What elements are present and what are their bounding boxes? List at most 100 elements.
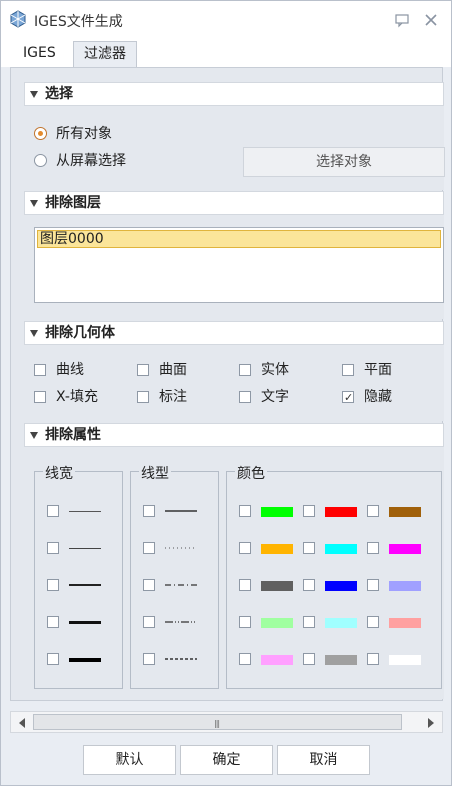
checkbox[interactable]	[342, 364, 354, 376]
color-swatch	[325, 655, 357, 665]
checkbox[interactable]	[239, 364, 251, 376]
checkbox[interactable]	[342, 389, 354, 407]
checkbox-label: X-填充	[56, 389, 98, 405]
radio-label: 从屏幕选择	[56, 153, 126, 169]
select-objects-button[interactable]: 选择对象	[243, 147, 445, 177]
close-icon[interactable]	[421, 10, 441, 30]
checkbox-color[interactable]	[239, 505, 251, 517]
group-title: 线宽	[43, 463, 75, 483]
color-swatch	[261, 581, 293, 591]
layer-list[interactable]: 图层0000	[34, 227, 444, 303]
scroll-left-icon[interactable]	[19, 718, 25, 728]
line-width-sample	[69, 548, 101, 549]
checkbox-line-type-2[interactable]	[143, 542, 155, 554]
color-swatch	[325, 581, 357, 591]
checkbox-line-width-5[interactable]	[47, 653, 59, 665]
checkbox-color[interactable]	[239, 579, 251, 591]
tab-bar: IGES 过滤器	[1, 39, 451, 69]
radio-label: 所有对象	[56, 126, 112, 142]
color-swatch	[389, 581, 421, 591]
checkbox-color[interactable]	[367, 505, 379, 517]
checkbox-line-width-4[interactable]	[47, 616, 59, 628]
checkbox-line-width-1[interactable]	[47, 505, 59, 517]
checkbox[interactable]	[34, 364, 46, 376]
help-icon[interactable]	[392, 10, 412, 30]
color-swatch	[389, 544, 421, 554]
checkbox-color[interactable]	[367, 542, 379, 554]
checkbox-color[interactable]	[303, 542, 315, 554]
section-header-exclude-geometry[interactable]: 排除几何体	[24, 321, 444, 345]
collapse-triangle-icon[interactable]	[30, 330, 38, 337]
horizontal-scrollbar[interactable]: |||	[10, 711, 443, 733]
group-color: 颜色	[226, 463, 442, 689]
checkbox-label: 标注	[159, 389, 187, 405]
section-exclude-attributes: 线宽 线型 颜色	[24, 447, 444, 699]
checkbox-line-width-2[interactable]	[47, 542, 59, 554]
section-exclude-geometry: 曲线 曲面 实体 平面 X-填充 标注 文字 ✓ 隐藏	[24, 345, 444, 421]
checkbox-color[interactable]	[303, 579, 315, 591]
checkbox-line-width-3[interactable]	[47, 579, 59, 591]
checkbox-line-type-1[interactable]	[143, 505, 155, 517]
checkbox-color[interactable]	[367, 616, 379, 628]
ok-button[interactable]: 确定	[180, 745, 273, 775]
radio-button[interactable]	[34, 154, 47, 167]
group-title: 线型	[139, 463, 171, 483]
section-header-exclude-layers[interactable]: 排除图层	[24, 191, 444, 215]
line-width-sample	[69, 584, 101, 586]
scroll-right-icon[interactable]	[428, 718, 434, 728]
color-swatch	[389, 507, 421, 517]
line-width-sample	[69, 511, 101, 512]
section-title: 排除图层	[45, 195, 101, 211]
color-swatch	[261, 507, 293, 517]
checkbox-color[interactable]	[239, 653, 251, 665]
checkbox-color[interactable]	[303, 505, 315, 517]
checkbox-color[interactable]	[239, 542, 251, 554]
group-title: 颜色	[235, 463, 267, 483]
default-button[interactable]: 默认	[83, 745, 176, 775]
checkbox[interactable]	[137, 391, 149, 403]
section-title: 排除几何体	[45, 325, 115, 341]
checkbox[interactable]	[34, 391, 46, 403]
checkbox-color[interactable]	[367, 579, 379, 591]
collapse-triangle-icon[interactable]	[30, 200, 38, 207]
app-icon	[10, 10, 26, 28]
tab-iges[interactable]: IGES	[13, 41, 66, 67]
checkbox-label: 平面	[364, 362, 392, 378]
line-solid-sample	[165, 510, 197, 512]
checkbox[interactable]	[239, 391, 251, 403]
section-title: 排除属性	[45, 427, 101, 443]
checkbox-label: 文字	[261, 389, 289, 405]
line-dashed-sample	[165, 658, 197, 660]
collapse-triangle-icon[interactable]	[30, 91, 38, 98]
list-item[interactable]: 图层0000	[37, 230, 441, 248]
color-swatch	[261, 655, 293, 665]
checkbox-color[interactable]	[303, 616, 315, 628]
line-dotted-sample	[165, 547, 197, 549]
window-title: IGES文件生成	[34, 14, 123, 30]
checkbox-label: 隐藏	[364, 389, 392, 405]
line-width-sample	[69, 658, 101, 662]
section-header-exclude-attributes[interactable]: 排除属性	[24, 423, 444, 447]
title-bar: IGES文件生成	[1, 1, 451, 39]
collapse-triangle-icon[interactable]	[30, 432, 38, 439]
tab-filter[interactable]: 过滤器	[73, 41, 137, 69]
color-swatch	[325, 544, 357, 554]
checkbox-color[interactable]	[367, 653, 379, 665]
section-header-selection[interactable]: 选择	[24, 82, 444, 106]
section-title: 选择	[45, 86, 73, 102]
color-swatch	[261, 544, 293, 554]
scrollbar-thumb[interactable]: |||	[33, 714, 402, 730]
checkbox[interactable]	[137, 364, 149, 376]
checkbox-color[interactable]	[303, 653, 315, 665]
radio-button[interactable]	[34, 127, 47, 140]
color-swatch	[325, 507, 357, 517]
cancel-button[interactable]: 取消	[277, 745, 370, 775]
checkbox-line-type-3[interactable]	[143, 579, 155, 591]
group-line-type: 线型	[130, 463, 219, 689]
line-width-sample	[69, 621, 101, 624]
checkbox-line-type-5[interactable]	[143, 653, 155, 665]
line-dashdotdot-sample	[165, 621, 197, 623]
checkbox-color[interactable]	[239, 616, 251, 628]
group-line-width: 线宽	[34, 463, 123, 689]
checkbox-line-type-4[interactable]	[143, 616, 155, 628]
